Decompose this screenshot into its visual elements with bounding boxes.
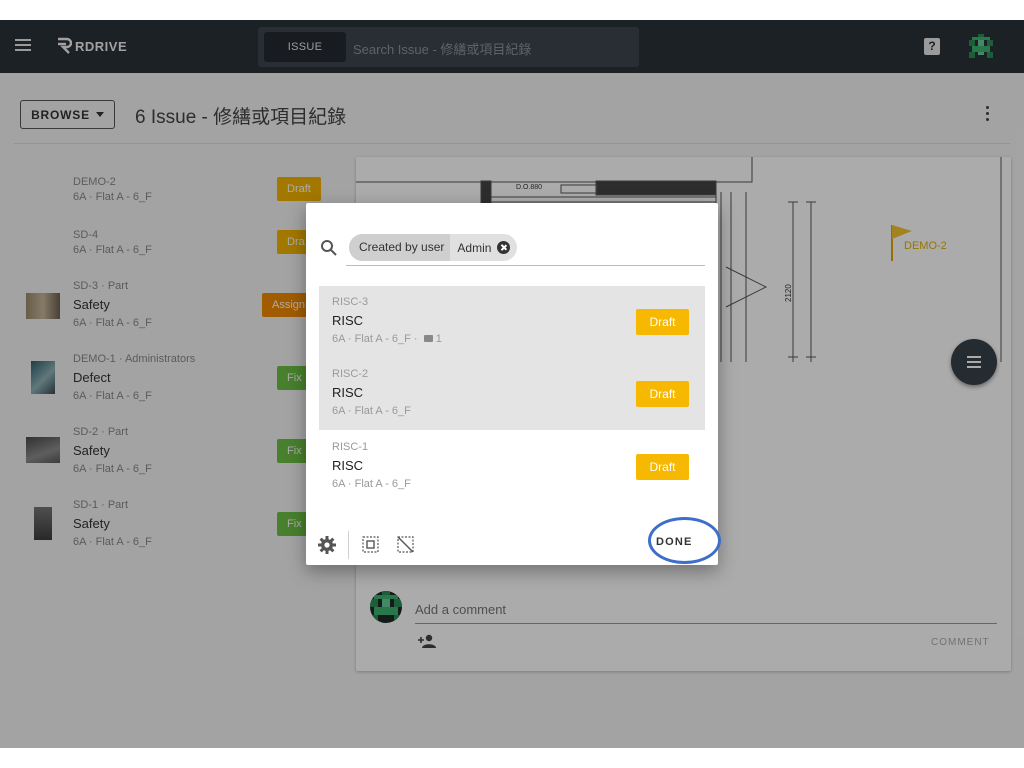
gear-icon[interactable] (318, 536, 336, 554)
close-icon[interactable] (497, 241, 511, 254)
issue-title: RISC (332, 385, 364, 400)
filter-chip-value: Admin (457, 240, 492, 255)
folder-icon (423, 335, 433, 342)
divider (348, 531, 349, 559)
issue-title: RISC (332, 313, 364, 328)
issue-result-list: RISC-3 RISC 6A · Flat A - 6_F · 1 Draft … (319, 286, 705, 504)
issue-title: RISC (332, 458, 364, 473)
filter-chip[interactable]: Created by user Admin (349, 234, 518, 261)
status-badge: Draft (636, 381, 689, 407)
list-item[interactable]: RISC-3 RISC 6A · Flat A - 6_F · 1 Draft (319, 286, 705, 358)
highlight-ring (648, 517, 721, 564)
search-underline (346, 265, 705, 266)
issue-location: 6A · Flat A - 6_F (332, 478, 411, 490)
search-icon (321, 240, 337, 256)
status-badge: Draft (636, 454, 689, 480)
list-item[interactable]: RISC-1 RISC 6A · Flat A - 6_F Draft (319, 431, 705, 503)
select-all-icon[interactable] (362, 536, 379, 553)
issue-location: 6A · Flat A - 6_F (332, 405, 411, 417)
attachment-count: 1 (435, 333, 442, 345)
issue-location: 6A · Flat A - 6_F · 1 (332, 333, 442, 345)
issue-picker-dialog: Created by user Admin RISC-3 RISC 6A · F… (306, 203, 718, 565)
deselect-icon[interactable] (397, 536, 414, 553)
issue-code: RISC-1 (332, 441, 369, 453)
issue-code: RISC-2 (332, 368, 369, 380)
list-item[interactable]: RISC-2 RISC 6A · Flat A - 6_F Draft (319, 358, 705, 430)
filter-chip-key: Created by user (349, 234, 451, 261)
status-badge: Draft (636, 309, 689, 335)
app-frame: RDRIVE ISSUE Search Issue - 修繕或項目紀錄 ? BR… (0, 20, 1024, 748)
location-text: 6A · Flat A - 6_F · (332, 333, 421, 345)
issue-code: RISC-3 (332, 296, 369, 308)
